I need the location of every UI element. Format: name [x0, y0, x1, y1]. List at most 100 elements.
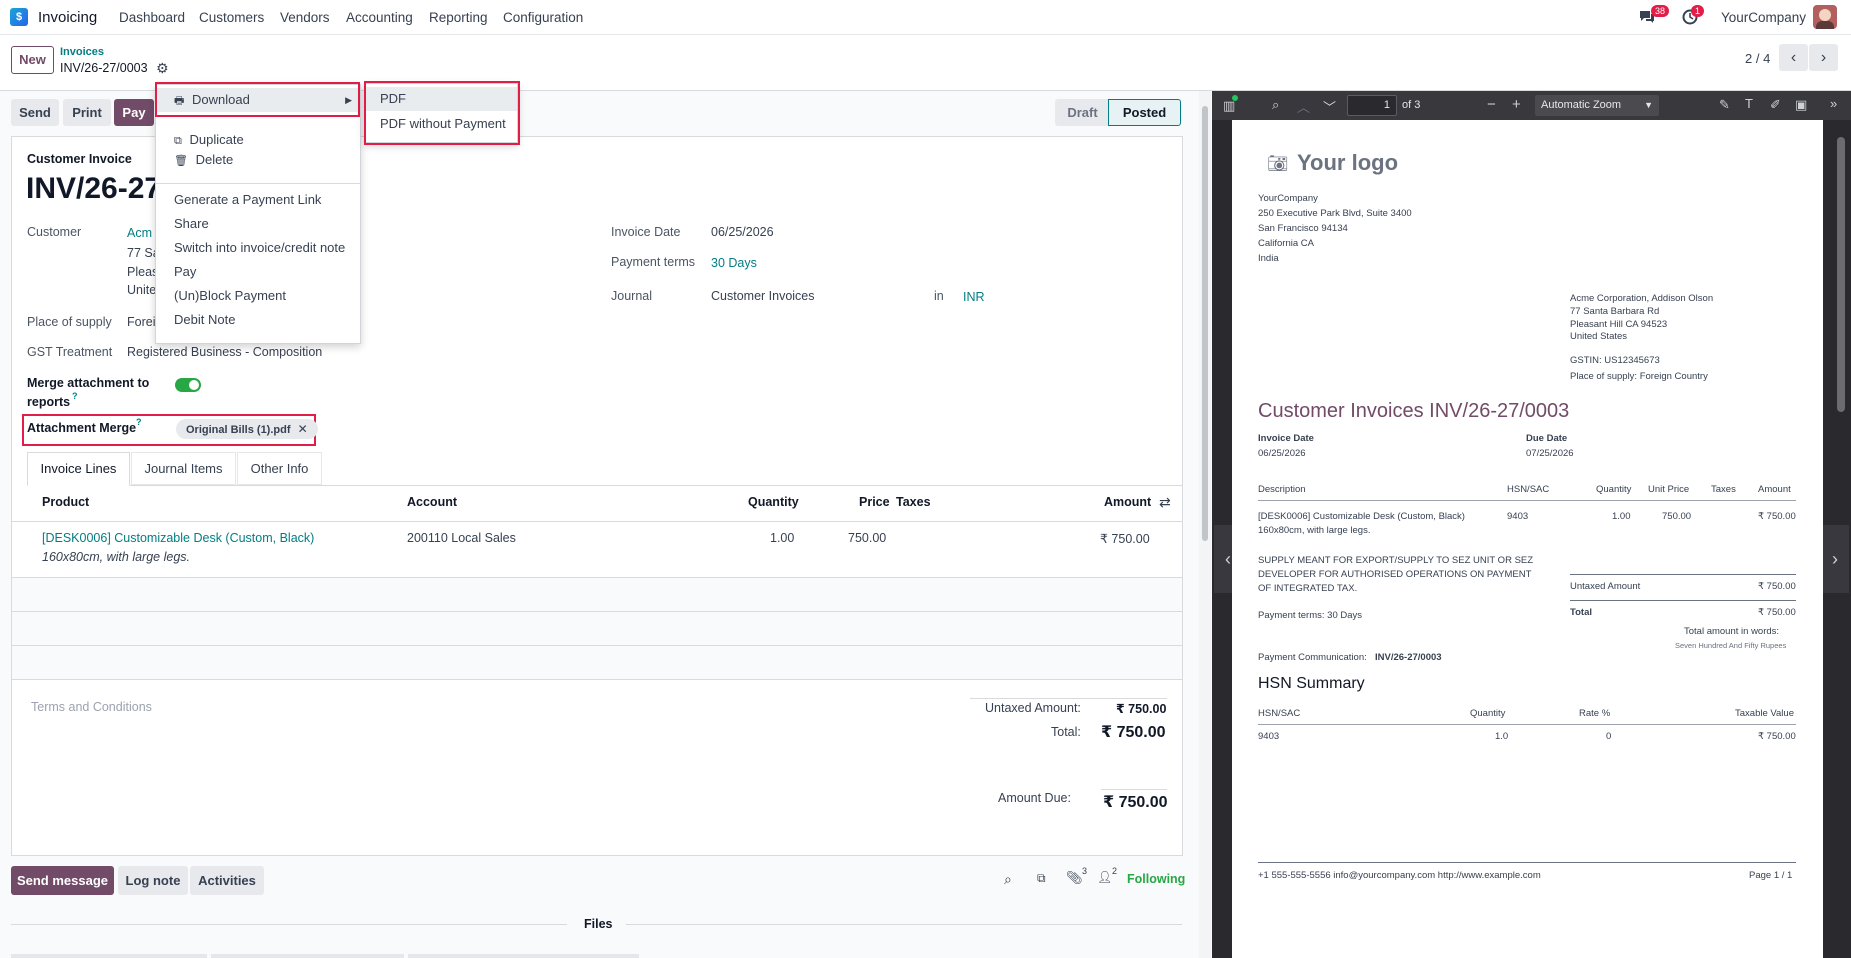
messages-badge: 38	[1651, 5, 1670, 17]
row-amount: ₹ 750.00	[1100, 532, 1150, 546]
pdf-highlight-icon[interactable]: ✎	[1719, 97, 1730, 113]
merge-help-icon[interactable]: ?	[72, 391, 78, 401]
menu-item-block-payment[interactable]: (Un)Block Payment	[156, 284, 360, 308]
pdf-next-page-icon[interactable]: ﹀	[1323, 97, 1336, 116]
file-card[interactable]	[211, 954, 404, 958]
app-logo-icon[interactable]: $	[10, 8, 28, 26]
currency-value[interactable]: INR	[963, 290, 985, 304]
pdf-zoom-select[interactable]: Automatic Zoom ▼	[1535, 95, 1659, 116]
pdf-col-unit-price: Unit Price	[1648, 484, 1690, 495]
col-taxes[interactable]: Taxes	[896, 495, 931, 509]
send-message-button[interactable]: Send message	[11, 866, 114, 895]
pdf-image-icon[interactable]: ▣	[1795, 97, 1807, 113]
menu-dashboard[interactable]: Dashboard	[119, 10, 185, 25]
pager-next-button[interactable]: ›	[1809, 44, 1838, 71]
row-price[interactable]: 750.00	[848, 531, 886, 545]
remove-tag-icon[interactable]: ✕	[298, 422, 308, 436]
terms-conditions-input[interactable]: Terms and Conditions	[31, 700, 152, 714]
send-button[interactable]: Send	[11, 99, 59, 126]
col-account[interactable]: Account	[407, 495, 457, 509]
menu-item-payment-link[interactable]: Generate a Payment Link	[156, 188, 360, 212]
pdf-company-line: California CA	[1258, 238, 1314, 249]
pay-button[interactable]: Pay	[114, 99, 154, 126]
activities-button[interactable]: Activities	[190, 866, 264, 895]
place-of-supply-value[interactable]: Forei	[127, 315, 155, 329]
tab-journal-items-label: Journal Items	[144, 461, 223, 476]
gst-treatment-value[interactable]: Registered Business - Composition	[127, 345, 322, 359]
chatter-search-icon[interactable]: ⌕	[1004, 871, 1012, 888]
user-avatar[interactable]	[1813, 5, 1837, 29]
pager-value[interactable]: 2 / 4	[1745, 51, 1770, 66]
col-quantity[interactable]: Quantity	[748, 495, 799, 509]
file-card[interactable]	[408, 954, 639, 958]
file-card[interactable]	[11, 954, 207, 958]
menu-configuration[interactable]: Configuration	[503, 10, 583, 25]
pdf-more-tools-icon[interactable]: »	[1830, 96, 1837, 111]
row-account[interactable]: 200110 Local Sales	[407, 531, 516, 545]
customer-address-3: Unite	[127, 283, 157, 297]
payment-terms-value[interactable]: 30 Days	[711, 256, 757, 270]
attachment-tag: Original Bills (1).pdf ✕	[176, 419, 318, 439]
col-product[interactable]: Product	[42, 495, 89, 509]
pdf-zoom-in-icon[interactable]: +	[1512, 96, 1521, 113]
row-quantity[interactable]: 1.00	[770, 531, 794, 545]
empty-row	[12, 578, 1182, 611]
column-settings-icon[interactable]: ⇄	[1159, 494, 1171, 511]
tab-invoice-lines[interactable]: Invoice Lines	[27, 452, 130, 486]
print-button[interactable]: Print	[63, 99, 111, 126]
pdf-customer-line: Acme Corporation, Addison Olson	[1570, 293, 1714, 304]
pdf-notice: SUPPLY MEANT FOR EXPORT/SUPPLY TO SEZ UN…	[1258, 555, 1534, 566]
pager-previous-button[interactable]: ‹	[1779, 44, 1808, 71]
invoice-date-value[interactable]: 06/25/2026	[711, 225, 774, 239]
pdf-next-arrow[interactable]: ›	[1821, 525, 1849, 593]
pdf-prev-page-icon[interactable]: ︿	[1297, 97, 1310, 116]
pdf-hsn-col: Taxable Value	[1735, 708, 1794, 719]
customer-name[interactable]: Acm	[127, 226, 152, 240]
pdf-zoom-out-icon[interactable]: −	[1487, 96, 1496, 113]
pdf-hsn-cell: 1.0	[1495, 731, 1509, 742]
pdf-hsn-title: HSN Summary	[1258, 675, 1365, 692]
menu-item-share[interactable]: Share	[156, 212, 360, 236]
duplicate-icon: ⧉	[174, 135, 182, 147]
paperclip-icon[interactable]: 📎︎	[1066, 870, 1083, 886]
menu-item-duplicate-label: Duplicate	[189, 132, 244, 147]
tab-other-info-label: Other Info	[250, 461, 309, 476]
menu-customers[interactable]: Customers	[199, 10, 264, 25]
invoice-date-label: Invoice Date	[611, 225, 681, 239]
gear-icon[interactable]: ⚙	[156, 60, 169, 77]
menu-item-delete[interactable]: 🗑︎ Delete	[156, 148, 360, 172]
row-product[interactable]: [DESK0006] Customizable Desk (Custom, Bl…	[42, 531, 314, 545]
menu-accounting[interactable]: Accounting	[346, 10, 413, 25]
pdf-search-icon[interactable]: ⌕	[1272, 97, 1279, 113]
new-button[interactable]: New	[11, 46, 54, 74]
following-button[interactable]: Following	[1127, 872, 1185, 886]
menu-vendors[interactable]: Vendors	[280, 10, 330, 25]
followers-icon[interactable]: 👤︎	[1097, 870, 1112, 884]
col-price[interactable]: Price	[859, 495, 890, 509]
chatter-window-icon[interactable]: ⧉	[1037, 871, 1046, 886]
app-name[interactable]: Invoicing	[38, 9, 97, 26]
log-note-button[interactable]: Log note	[118, 866, 188, 895]
menu-item-delete-label: Delete	[195, 152, 234, 167]
pdf-draw-icon[interactable]: ✐	[1770, 97, 1781, 113]
pdf-total-rule	[1570, 600, 1796, 601]
status-draft[interactable]: Draft	[1055, 99, 1110, 126]
pdf-scrollbar[interactable]	[1837, 137, 1845, 412]
col-amount[interactable]: Amount	[1104, 495, 1151, 509]
journal-value[interactable]: Customer Invoices	[711, 289, 815, 303]
form-scrollbar[interactable]	[1199, 91, 1211, 958]
pdf-text-icon[interactable]: T	[1745, 96, 1753, 111]
company-name[interactable]: YourCompany	[1721, 10, 1806, 25]
attachment-help-icon[interactable]: ?	[136, 417, 142, 427]
menu-reporting[interactable]: Reporting	[429, 10, 488, 25]
menu-item-pay[interactable]: Pay	[156, 260, 360, 284]
menu-item-switch[interactable]: Switch into invoice/credit note	[156, 236, 360, 260]
tab-journal-items[interactable]: Journal Items	[131, 452, 236, 485]
status-posted-label: Posted	[1122, 105, 1167, 120]
pdf-company-line: YourCompany	[1258, 193, 1318, 204]
menu-item-debit-note[interactable]: Debit Note	[156, 308, 360, 332]
tab-other-info[interactable]: Other Info	[237, 452, 322, 485]
merge-toggle[interactable]	[175, 378, 201, 392]
breadcrumb-invoices[interactable]: Invoices	[60, 46, 104, 58]
pdf-page-input[interactable]: 1	[1347, 95, 1397, 116]
